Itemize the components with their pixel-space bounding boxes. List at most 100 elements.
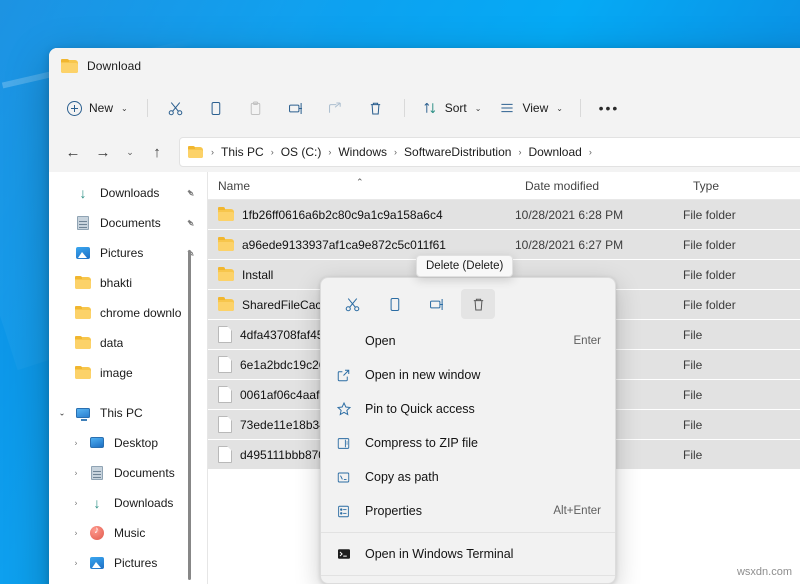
chevron-right-icon[interactable]: › (71, 559, 81, 568)
rename-button[interactable] (277, 92, 315, 124)
folder-icon (218, 237, 234, 253)
delete-menu-button[interactable] (461, 289, 495, 319)
trash-icon (470, 296, 487, 313)
sidebar-item-bhakti[interactable]: bhakti (49, 268, 207, 298)
copy-menu-button[interactable] (377, 289, 411, 319)
menu-item-copy-as-path[interactable]: Copy as path (321, 460, 615, 494)
delete-button[interactable] (357, 92, 395, 124)
file-date: 10/28/2021 6:28 PM (515, 208, 683, 222)
blank-icon (335, 333, 352, 350)
recent-locations-button[interactable]: ⌄ (119, 138, 141, 166)
view-button[interactable]: View ⌄ (491, 92, 571, 124)
context-menu-icon-row (321, 284, 615, 324)
see-more-button[interactable]: ••• (590, 92, 628, 124)
column-headers: Name ⌃ Date modified Type (208, 172, 800, 200)
navigation-pane[interactable]: ↓ Downloads ✒ Documents ✒ Pictures ✒ bha… (49, 172, 207, 584)
chevron-right-icon[interactable]: › (71, 469, 81, 478)
menu-item-compress-to-zip[interactable]: Compress to ZIP file (321, 426, 615, 460)
breadcrumb-download[interactable]: Download (524, 142, 585, 162)
scissors-icon (344, 296, 361, 313)
chevron-right-icon[interactable]: › (71, 499, 81, 508)
breadcrumb-softwaredistribution[interactable]: SoftwareDistribution (400, 142, 515, 162)
picture-icon (89, 555, 105, 571)
sidebar-item-downloads-pc[interactable]: › ↓ Downloads (49, 488, 207, 518)
sidebar-item-pictures-pc[interactable]: › Pictures (49, 548, 207, 578)
column-header-name-label: Name (218, 179, 250, 193)
folder-icon (218, 297, 234, 313)
back-button[interactable]: ← (59, 138, 87, 166)
toolbar-divider (147, 99, 148, 117)
sidebar-item-label: Pictures (100, 246, 143, 260)
breadcrumb-os-c[interactable]: OS (C:) (277, 142, 326, 162)
rename-icon (287, 100, 304, 117)
menu-item-open-in-new-window[interactable]: Open in new window (321, 358, 615, 392)
chevron-down-icon: ⌄ (121, 104, 128, 113)
sidebar-item-label: Documents (100, 216, 161, 230)
download-icon: ↓ (75, 185, 91, 201)
sidebar-item-documents-pc[interactable]: › Documents (49, 458, 207, 488)
sidebar-item-music[interactable]: › Music (49, 518, 207, 548)
zip-icon (335, 435, 352, 452)
file-type: File (683, 388, 800, 402)
chevron-right-icon[interactable]: › (71, 439, 81, 448)
new-label: New (89, 101, 113, 115)
star-icon (335, 401, 352, 418)
menu-item-open-in-windows-terminal[interactable]: Open in Windows Terminal (321, 537, 615, 571)
chevron-right-icon[interactable]: › (71, 529, 81, 538)
address-bar-row: ← → ⌄ ↑ › This PC › OS (C:) › Windows › … (49, 132, 800, 172)
sidebar-item-pictures[interactable]: Pictures ✒ (49, 238, 207, 268)
command-bar: New ⌄ (49, 84, 800, 132)
share-button[interactable] (317, 92, 355, 124)
sort-ascending-icon: ⌃ (356, 177, 364, 188)
download-icon: ↓ (89, 495, 105, 511)
file-type: File (683, 358, 800, 372)
breadcrumb-separator-3: › (393, 147, 398, 157)
terminal-icon (335, 546, 352, 563)
pc-icon (75, 405, 91, 421)
cut-menu-button[interactable] (335, 289, 369, 319)
column-header-date-modified[interactable]: Date modified (515, 179, 683, 193)
menu-item-label: Copy as path (365, 470, 439, 484)
pin-icon[interactable]: ✒ (183, 185, 199, 201)
watermark: wsxdn.com (737, 566, 792, 578)
menu-item-shortcut: Enter (574, 335, 602, 347)
file-icon (218, 326, 232, 343)
sidebar-item-documents[interactable]: Documents ✒ (49, 208, 207, 238)
sidebar-item-chrome-downloads[interactable]: chrome downlo (49, 298, 207, 328)
sidebar-scrollbar[interactable] (188, 250, 191, 580)
forward-button[interactable]: → (89, 138, 117, 166)
breadcrumb[interactable]: › This PC › OS (C:) › Windows › Software… (179, 137, 800, 167)
breadcrumb-windows[interactable]: Windows (334, 142, 391, 162)
menu-item-pin-to-quick-access[interactable]: Pin to Quick access (321, 392, 615, 426)
menu-item-label: Open (365, 334, 396, 348)
menu-item-show-more-options[interactable]: Show more options Shift+F10 (321, 580, 615, 584)
breadcrumb-this-pc[interactable]: This PC (217, 142, 268, 162)
rename-menu-button[interactable] (419, 289, 453, 319)
title-bar: Download (49, 48, 800, 84)
view-label: View (522, 101, 548, 115)
sort-arrows-icon (422, 100, 438, 116)
chevron-down-icon[interactable]: ⌄ (57, 409, 67, 418)
copy-button[interactable] (197, 92, 235, 124)
menu-item-label: Open in new window (365, 368, 480, 382)
sidebar-item-desktop[interactable]: › Desktop (49, 428, 207, 458)
cut-button[interactable] (157, 92, 195, 124)
lines-icon (499, 100, 515, 116)
sidebar-item-downloads[interactable]: ↓ Downloads ✒ (49, 178, 207, 208)
up-button[interactable]: ↑ (143, 138, 171, 166)
column-header-name[interactable]: Name ⌃ (208, 179, 515, 193)
pin-icon[interactable]: ✒ (183, 215, 199, 231)
sidebar-item-this-pc[interactable]: ⌄ This PC (49, 398, 207, 428)
sidebar-item-data[interactable]: data (49, 328, 207, 358)
file-type: File (683, 328, 800, 342)
menu-item-open[interactable]: Open Enter (321, 324, 615, 358)
new-button[interactable]: New ⌄ (59, 92, 138, 124)
sort-button[interactable]: Sort ⌄ (414, 92, 490, 124)
sidebar-item-image[interactable]: image (49, 358, 207, 388)
menu-item-properties[interactable]: Properties Alt+Enter (321, 494, 615, 528)
table-row[interactable]: 1fb26ff0616a6b2c80c9a1c9a158a6c4 10/28/2… (208, 200, 800, 229)
paste-button[interactable] (237, 92, 275, 124)
menu-item-label: Properties (365, 504, 422, 518)
chevron-down-icon-view: ⌄ (556, 104, 563, 113)
column-header-type[interactable]: Type (683, 179, 800, 193)
